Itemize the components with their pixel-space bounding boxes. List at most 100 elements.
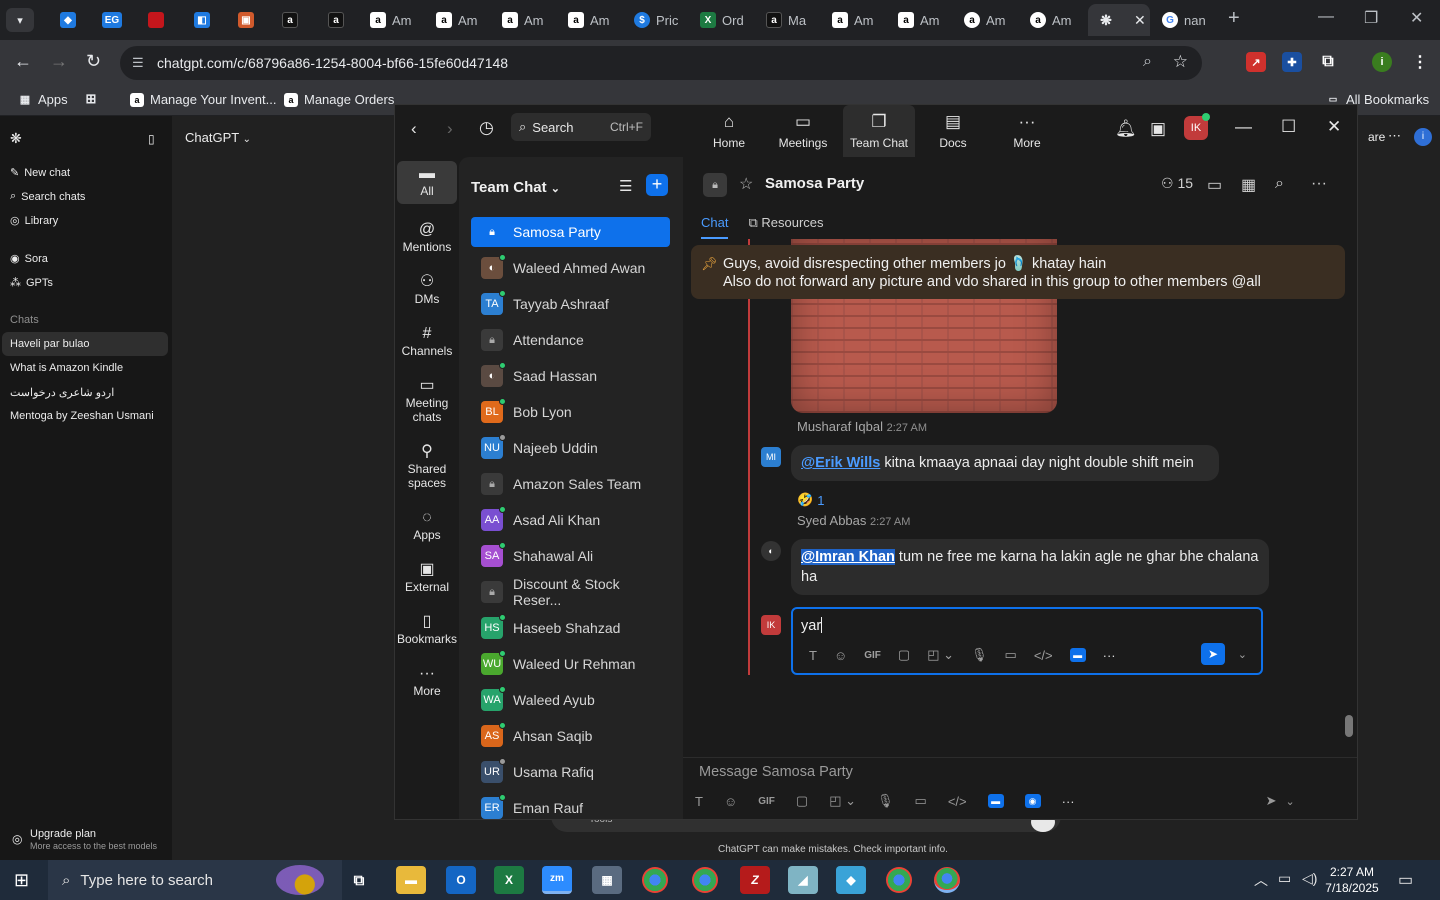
profile-avatar[interactable]: i [1372,52,1392,72]
sora-button[interactable]: ◉ Sora [10,252,48,266]
channel-title[interactable]: Samosa Party [765,175,864,192]
browser-tab[interactable]: $ Pric [624,4,682,36]
bookmark-item[interactable]: a Manage Orders [284,92,394,107]
browser-tab[interactable]: a Am [1020,4,1078,36]
chat-history-item[interactable]: Haveli par bulao [2,332,168,356]
emoji-icon[interactable]: ☺ [724,794,737,809]
browser-tab[interactable]: ▣ [228,4,254,36]
close-window-icon[interactable]: ✕ [1410,8,1423,28]
more-options-icon[interactable]: ⋯ [1388,128,1401,144]
browser-tab[interactable]: X Ord [690,4,748,36]
chat-history-item[interactable]: Mentoga by Zeeshan Usmani [10,410,154,422]
app-icon[interactable]: ◆ [836,866,866,894]
channel-list-item[interactable]: HS Haseeb Shahzad [471,613,670,643]
share-button[interactable]: are [1368,130,1385,144]
taskbar-search[interactable]: ⌕ Type here to search [48,860,342,900]
gpts-button[interactable]: ⁂ GPTs [10,276,53,290]
chatgpt-logo-icon[interactable]: ❋ [10,130,22,147]
chat-list-title[interactable]: Team Chat ⌄ [471,179,560,196]
filezilla-icon[interactable]: Z [740,866,770,894]
notifications-icon[interactable]: ▭ [1398,870,1413,890]
file-explorer-icon[interactable]: ▬ [396,866,426,894]
pinned-message[interactable]: 📌︎ Guys, avoid disrespecting other membe… [691,245,1345,299]
rail-more[interactable]: ··· More [397,666,457,699]
reload-icon[interactable]: ↻ [86,51,101,72]
outlook-icon[interactable]: O [446,866,476,894]
whiteboard-icon[interactable]: ◉ [1024,794,1041,808]
rail-shared-spaces[interactable]: ⚲ Shared spaces [397,444,457,491]
channel-list-item[interactable]: ◐ Waleed Ahmed Awan [471,253,670,283]
extensions-puzzle-icon[interactable]: ⧉ [1318,52,1338,72]
bookmark-star-icon[interactable]: ☆ [1173,52,1188,72]
bookmark-apps[interactable]: ▦ Apps [18,92,68,107]
url-text[interactable]: chatgpt.com/c/68796a86-1254-8004-bf66-15… [157,55,508,71]
search-chats-button[interactable]: ⌕ Search chats [10,190,85,203]
more-dots-icon[interactable]: ··· [1062,794,1075,809]
zoom-icon[interactable]: ⌕ [1143,53,1152,71]
emoji-icon[interactable]: ☺ [834,648,847,663]
excel-icon[interactable]: X [494,866,524,894]
video-call-icon[interactable]: ▭ [1207,175,1222,195]
new-chat-button[interactable]: ✎ New chat [10,166,70,180]
rail-meeting-chats[interactable]: ▭ Meeting chats [397,378,457,425]
channel-list-item[interactable]: BL Bob Lyon [471,397,670,427]
tab-groups-icon[interactable]: ⊞ [84,91,98,106]
mention[interactable]: @Erik Wills [801,455,880,471]
topnav-meetings[interactable]: ▭ Meetings [767,105,839,157]
channel-list-item[interactable]: 🔒︎ Attendance [471,325,670,355]
extension-icon[interactable]: ✚ [1282,52,1302,72]
restore-icon[interactable]: ❐ [1364,8,1378,28]
minimize-icon[interactable]: — [1235,117,1252,137]
forward-icon[interactable]: › [447,119,453,139]
topnav-more[interactable]: ··· More [991,105,1063,157]
file-icon[interactable]: ▢ [796,793,808,809]
browser-tab[interactable]: a Am [822,4,880,36]
bookmark-item[interactable]: a Manage Your Invent... [130,92,276,107]
screenshot-icon[interactable]: ◰ ⌄ [927,647,954,663]
browser-tab[interactable]: a Am [492,4,550,36]
rail-channels[interactable]: # Channels [397,326,457,359]
scrollbar[interactable] [1345,239,1353,757]
rail-mentions[interactable]: @ Mentions [397,222,457,255]
channel-list-item[interactable]: UR Usama Rafiq [471,757,670,787]
browser-tab[interactable]: ◆ [50,4,76,36]
search-icon[interactable]: ⌕ [1275,175,1284,193]
browser-tab[interactable]: a Am [558,4,616,36]
filter-icon[interactable]: ☰ [619,177,632,195]
rail-dms[interactable]: ⚇ DMs [397,274,457,307]
format-text-icon[interactable]: T [695,794,703,809]
app-icon[interactable]: ▬ [987,794,1004,808]
tab-resources[interactable]: ⧉ Resources [748,215,823,239]
browser-tab[interactable]: EG [92,4,122,36]
new-tab-button[interactable]: + [1228,7,1240,30]
members-button[interactable]: ⚇ 15 [1161,175,1193,192]
video-message-icon[interactable]: ▭ [1005,647,1017,663]
microphone-icon[interactable]: 🎙︎ [877,793,894,809]
mention[interactable]: @Imran Khan [801,549,895,565]
browser-tab[interactable] [138,4,164,36]
channel-list-item[interactable]: 🔒︎ Samosa Party [471,217,670,247]
channel-list-item[interactable]: ER Eman Rauf [471,793,670,819]
star-icon[interactable]: ☆ [739,174,753,194]
close-icon[interactable]: ✕ [1134,12,1146,29]
chat-history-item[interactable]: اردو شاعری درخواست [10,386,114,399]
browser-tab[interactable]: a [272,4,298,36]
calculator-icon[interactable]: ▦ [592,866,622,894]
tab-search-button[interactable]: ▾ [6,8,34,32]
browser-tab[interactable]: ◧ [184,4,210,36]
site-info-icon[interactable]: ☰ [132,55,144,71]
chrome-menu-icon[interactable]: ⋮ [1410,52,1430,72]
close-icon[interactable]: ✕ [1327,117,1341,137]
zoom-search-input[interactable]: ⌕ Search Ctrl+F [511,113,651,141]
app-icon[interactable]: ◢ [788,866,818,894]
send-options-chevron-icon[interactable]: ⌄ [1238,648,1247,661]
code-icon[interactable]: </> [1034,648,1053,663]
browser-tab[interactable]: a Am [888,4,946,36]
chrome-icon[interactable] [934,867,960,893]
minimize-icon[interactable]: — [1318,8,1334,26]
chrome-icon[interactable] [886,867,912,893]
back-icon[interactable]: ← [14,51,32,72]
rail-apps[interactable]: ◌ Apps [397,510,457,543]
rail-all[interactable]: ▬ All [397,161,457,204]
send-options-chevron-icon[interactable]: ⌄ [1286,795,1295,808]
